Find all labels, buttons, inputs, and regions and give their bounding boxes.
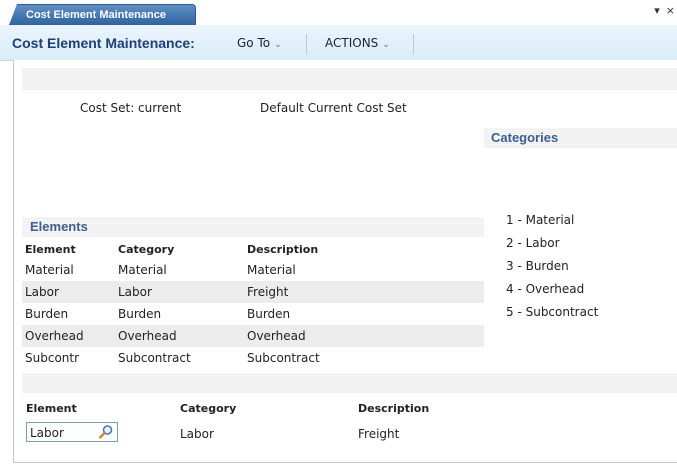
column-header-element: Element: [25, 243, 76, 256]
category-item: 1 - Material: [506, 213, 575, 227]
tab-strip: Cost Element Maintenance ▾ ×: [0, 0, 677, 26]
categories-header: Categories: [484, 128, 677, 148]
element-lookup-value: Labor: [30, 426, 64, 440]
goto-label: Go To: [237, 36, 271, 50]
detail-description-label: Description: [358, 402, 430, 415]
category-item: 5 - Subcontract: [506, 305, 599, 319]
actions-menu-button[interactable]: ACTIONS ⌄: [325, 36, 390, 50]
table-row[interactable]: Burden Burden Burden: [22, 303, 484, 325]
actions-label: ACTIONS: [325, 36, 379, 50]
cell-category: Overhead: [118, 329, 177, 343]
table-row[interactable]: Labor Labor Freight: [22, 281, 484, 303]
category-item: 3 - Burden: [506, 259, 569, 273]
section-band: [22, 68, 677, 90]
cost-set-label: Cost Set: current: [80, 101, 182, 115]
toolbar-divider: [413, 34, 414, 54]
cell-description: Subcontract: [247, 351, 320, 365]
table-row[interactable]: Overhead Overhead Overhead: [22, 325, 484, 347]
main-panel: Cost Set: current Default Current Cost S…: [13, 60, 677, 463]
cell-category: Burden: [118, 307, 162, 321]
table-header-row: Element Category Description: [22, 237, 484, 259]
cell-description: Overhead: [247, 329, 306, 343]
cell-description: Burden: [247, 307, 291, 321]
page-title: Cost Element Maintenance:: [12, 35, 195, 51]
section-band: [22, 373, 677, 393]
tab-menu-icon[interactable]: ▾: [654, 4, 660, 17]
tab-label: Cost Element Maintenance: [26, 9, 166, 21]
column-header-description: Description: [247, 243, 319, 256]
cell-description: Material: [247, 263, 296, 277]
cell-category: Labor: [118, 285, 152, 299]
table-row[interactable]: Subcontr Subcontract Subcontract: [22, 347, 484, 369]
element-lookup-input[interactable]: Labor: [26, 422, 118, 442]
chevron-down-icon: ⌄: [382, 40, 390, 50]
toolbar: Cost Element Maintenance: Go To ⌄ ACTIONS…: [0, 25, 677, 61]
goto-menu-button[interactable]: Go To ⌄: [237, 36, 282, 50]
table-row[interactable]: Material Material Material: [22, 259, 484, 281]
cell-element: Burden: [25, 307, 69, 321]
cell-element: Material: [25, 263, 74, 277]
cell-element: Overhead: [25, 329, 84, 343]
detail-description-value: Freight: [358, 427, 400, 441]
cell-element: Labor: [25, 285, 59, 299]
cell-category: Material: [118, 263, 167, 277]
detail-category-label: Category: [180, 402, 237, 415]
detail-category-value: Labor: [180, 427, 214, 441]
detail-element-label: Element: [26, 402, 77, 415]
tab-controls: ▾ ×: [648, 4, 675, 17]
category-item: 4 - Overhead: [506, 282, 585, 296]
cell-description: Freight: [247, 285, 289, 299]
tab-cost-element-maintenance[interactable]: Cost Element Maintenance: [9, 4, 196, 25]
close-icon[interactable]: ×: [666, 4, 675, 17]
search-icon[interactable]: [98, 424, 114, 444]
cell-element: Subcontr: [25, 351, 80, 365]
chevron-down-icon: ⌄: [274, 40, 282, 50]
elements-table: Element Category Description Material Ma…: [22, 237, 484, 369]
elements-header: Elements: [22, 217, 484, 237]
toolbar-divider: [306, 34, 307, 54]
categories-list: 1 - Material 2 - Labor 3 - Burden 4 - Ov…: [506, 213, 598, 328]
category-item: 2 - Labor: [506, 236, 560, 250]
column-header-category: Category: [118, 243, 175, 256]
cell-category: Subcontract: [118, 351, 191, 365]
cost-set-description: Default Current Cost Set: [260, 101, 407, 115]
